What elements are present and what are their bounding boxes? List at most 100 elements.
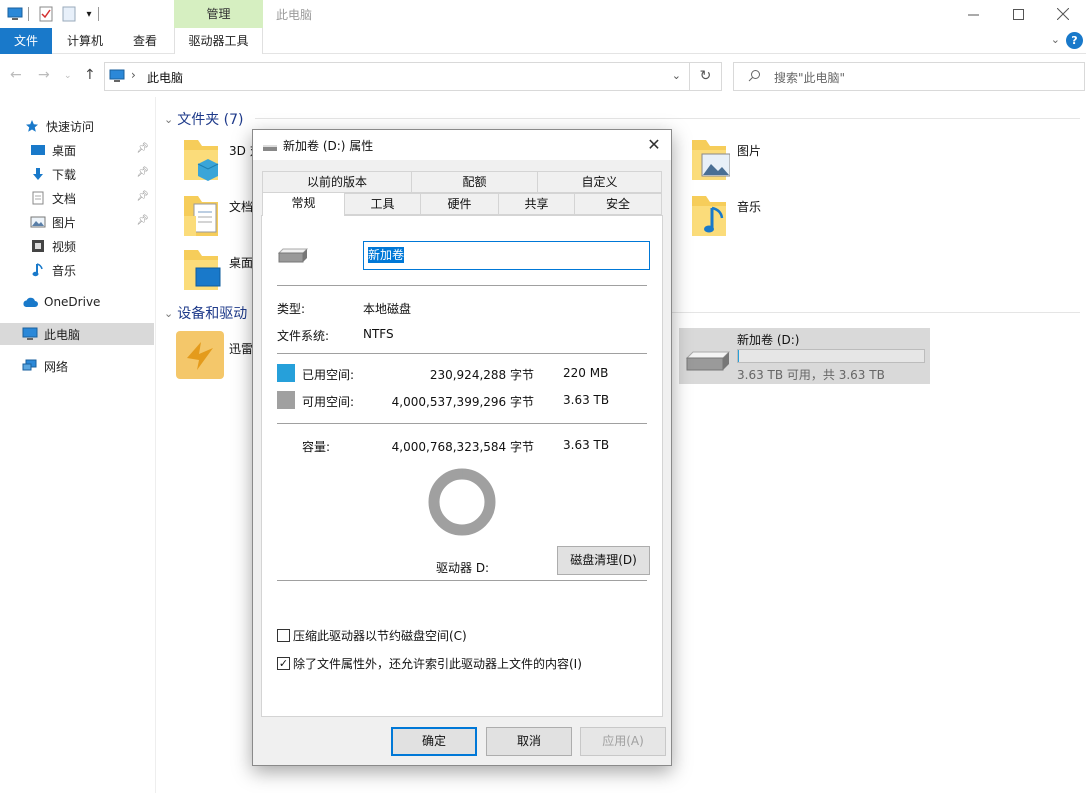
minimize-button[interactable] [950, 0, 996, 28]
sidebar-item-label: 视频 [52, 239, 77, 254]
cancel-button[interactable]: 取消 [486, 727, 572, 756]
window-title: 此电脑 [276, 8, 313, 22]
apply-button[interactable]: 应用(A) [580, 727, 666, 756]
back-arrow-icon[interactable]: ← [10, 67, 22, 83]
sidebar-item-videos[interactable]: 视频 [0, 235, 154, 257]
tab-view[interactable]: 查看 [133, 28, 157, 54]
folders-group-header[interactable]: ⌄ 文件夹 (7) [164, 109, 244, 129]
drive-usage-fill [738, 350, 739, 362]
picture-icon [30, 214, 46, 230]
document-icon [30, 190, 46, 206]
maximize-button[interactable] [995, 0, 1041, 28]
index-checkbox-label: 除了文件属性外，还允许索引此驱动器上文件的内容(I) [293, 657, 582, 671]
used-space-swatch [277, 364, 295, 382]
pin-icon[interactable]: 📌︎ [136, 215, 149, 226]
compress-checkbox-label: 压缩此驱动器以节约磁盘空间(C) [293, 629, 467, 643]
pin-icon[interactable]: 📌︎ [136, 191, 149, 202]
help-icon[interactable]: ? [1066, 32, 1083, 49]
search-icon [748, 69, 761, 85]
pin-icon[interactable]: 📌︎ [136, 167, 149, 178]
folder-music[interactable] [688, 192, 730, 243]
tab-computer[interactable]: 计算机 [67, 28, 103, 54]
tab-tools[interactable]: 工具 [344, 193, 421, 215]
drive-d-tile[interactable]: 新加卷 (D:) 3.63 TB 可用，共 3.63 TB [679, 328, 930, 384]
sidebar-item-quick-access[interactable]: 快速访问 [0, 115, 154, 137]
refresh-button[interactable]: ↻ [690, 62, 722, 91]
devices-group-header[interactable]: ⌄ 设备和驱动 [164, 303, 247, 323]
tab-hardware[interactable]: 硬件 [420, 193, 499, 215]
title-bar: ▾ 管理 此电脑 [0, 0, 1086, 28]
manage-tab[interactable]: 管理 [174, 0, 263, 28]
forward-arrow-icon[interactable]: → [38, 67, 50, 83]
sidebar-item-label: 图片 [52, 215, 77, 230]
tab-general[interactable]: 常规 [262, 192, 345, 216]
computer-icon[interactable] [6, 5, 24, 23]
drive-name: 新加卷 (D:) [737, 333, 800, 347]
breadcrumb-this-pc[interactable]: 此电脑 [147, 69, 183, 86]
tab-file[interactable]: 文件 [0, 28, 52, 54]
folder-label: 文档 [229, 200, 254, 214]
used-space-bytes: 230,924,288 字节 [429, 368, 534, 382]
address-dropdown-icon[interactable]: ⌄ [672, 69, 681, 82]
compress-checkbox[interactable] [277, 629, 290, 642]
navigation-bar: ← → ⌄ ↑ › 此电脑 ⌄ ↻ 搜索"此电脑" [0, 55, 1086, 97]
sidebar-item-downloads[interactable]: 下载 📌︎ [0, 163, 154, 185]
breadcrumb-chevron-icon[interactable]: › [131, 68, 136, 82]
tab-previous-versions[interactable]: 以前的版本 [262, 171, 412, 193]
donut-free-segment [428, 468, 496, 536]
folder-label: 音乐 [737, 200, 762, 214]
video-icon [30, 238, 46, 254]
tab-quota[interactable]: 配额 [411, 171, 538, 193]
tab-sharing[interactable]: 共享 [498, 193, 575, 215]
dialog-close-button[interactable]: ✕ [637, 130, 671, 160]
general-tab-panel: 新加卷 类型: 本地磁盘 文件系统: NTFS 已用空间: 230,924,28… [261, 215, 663, 717]
tab-customize[interactable]: 自定义 [537, 171, 662, 193]
sidebar-item-this-pc[interactable]: 此电脑 [0, 323, 154, 345]
folder-3d-icon [184, 140, 219, 181]
folder-documents[interactable] [180, 192, 222, 243]
ok-button[interactable]: 确定 [391, 727, 477, 756]
chevron-down-icon[interactable]: ⌄ [1051, 33, 1060, 46]
drive-letter-label: 驱动器 D: [436, 561, 490, 575]
xunlei-bird-icon [176, 331, 224, 379]
volume-name-input[interactable]: 新加卷 [363, 241, 650, 270]
sidebar-item-music[interactable]: 音乐 [0, 259, 154, 281]
folder-3d-objects[interactable] [180, 136, 222, 187]
sidebar-item-label: 文档 [52, 191, 77, 206]
compress-checkbox-row[interactable]: 压缩此驱动器以节约磁盘空间(C) [277, 627, 467, 644]
sidebar-item-label: 网络 [44, 359, 69, 374]
folder-documents-icon [184, 196, 218, 236]
device-xunlei[interactable] [175, 330, 225, 383]
drive-small-icon [262, 141, 278, 155]
sidebar-item-label: 音乐 [52, 263, 77, 278]
free-space-size: 3.63 TB [563, 393, 610, 407]
up-arrow-icon[interactable]: ↑ [84, 67, 96, 83]
hard-drive-icon [685, 350, 731, 375]
new-folder-icon[interactable] [60, 5, 78, 23]
sidebar-item-network[interactable]: 网络 [0, 355, 154, 377]
recent-locations-icon[interactable]: ⌄ [64, 71, 72, 81]
sidebar-item-pictures[interactable]: 图片 📌︎ [0, 211, 154, 233]
sidebar-item-label: 下载 [52, 167, 77, 182]
sidebar-item-label: 桌面 [52, 143, 77, 158]
tab-drive-tools[interactable]: 驱动器工具 [174, 28, 263, 54]
index-checkbox[interactable]: ✓ [277, 657, 290, 670]
search-box[interactable]: 搜索"此电脑" [733, 62, 1085, 91]
sidebar-item-documents[interactable]: 文档 📌︎ [0, 187, 154, 209]
address-bar[interactable]: › 此电脑 ⌄ [104, 62, 690, 91]
folder-pictures[interactable] [688, 136, 731, 187]
customize-toolbar-icon[interactable]: ▾ [80, 5, 98, 23]
volume-name-value: 新加卷 [368, 247, 405, 263]
index-checkbox-row[interactable]: ✓ 除了文件属性外，还允许索引此驱动器上文件的内容(I) [277, 655, 582, 672]
tab-security[interactable]: 安全 [574, 193, 662, 215]
capacity-size: 3.63 TB [563, 438, 610, 452]
close-icon: ✕ [647, 135, 661, 154]
folder-desktop[interactable] [180, 246, 222, 297]
pin-icon[interactable]: 📌︎ [136, 143, 149, 154]
close-button[interactable] [1040, 0, 1086, 28]
disk-cleanup-button[interactable]: 磁盘清理(D) [557, 546, 650, 575]
properties-icon[interactable] [37, 5, 55, 23]
sidebar-item-desktop[interactable]: 桌面 📌︎ [0, 139, 154, 161]
sidebar-item-onedrive[interactable]: OneDrive [0, 291, 154, 313]
star-icon [24, 118, 40, 134]
